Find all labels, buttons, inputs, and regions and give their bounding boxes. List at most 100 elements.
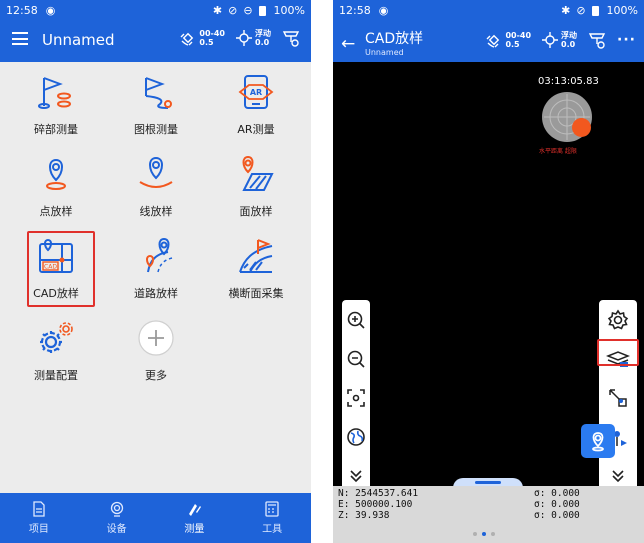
dnd-icon: ⊖ <box>243 3 253 17</box>
road-stakeout-icon <box>146 237 173 273</box>
project-icon <box>33 501 45 517</box>
more-menu-icon[interactable]: ··· <box>617 32 636 48</box>
map-right-toolbar <box>599 300 637 496</box>
grid-item-area-stakeout[interactable]: 面放样 <box>208 144 304 226</box>
app-header: 12:58 ◉ ✱ ⊘ ⊖ 100% Unnamed 00-40 0.5 浮动 … <box>0 0 311 62</box>
full-extent-icon <box>347 388 365 407</box>
grid-label: 道路放样 <box>134 287 178 300</box>
nav-label: 项目 <box>28 524 49 535</box>
receiver-icon[interactable] <box>281 28 301 48</box>
zoom-out-button[interactable] <box>346 339 366 378</box>
grid-label: 线放样 <box>139 205 173 218</box>
grid-label: AR测量 <box>237 123 275 136</box>
mute-icon: ⊘ <box>228 3 238 17</box>
gear-icon <box>607 309 629 330</box>
notification-icon: ◉ <box>378 3 389 17</box>
nav-label: 测量 <box>184 524 205 535</box>
right-phone-screen: 12:58 ◉ ✱ ⊘ 100% ← CAD放样 Unnamed 00-40 0.… <box>333 0 644 543</box>
nav-device[interactable]: 设备 <box>78 493 156 543</box>
fix-age: 0.0 <box>561 40 576 49</box>
location-pin-icon <box>592 432 604 452</box>
radar-warning: 水平距离 超限 <box>539 148 577 155</box>
coord-row-e: E: 500000.100 σ: 0.000 <box>338 499 580 510</box>
grid-item-more[interactable]: 更多 <box>108 308 204 390</box>
nav-label: 工具 <box>262 524 283 535</box>
grid-label: 测量配置 <box>34 369 78 382</box>
back-arrow-icon[interactable]: ← <box>341 34 355 54</box>
sat-pdop: 0.5 <box>505 40 520 49</box>
grid-label: 点放样 <box>39 205 73 218</box>
control-survey-icon <box>145 77 172 109</box>
page-title: CAD放样 <box>365 31 424 47</box>
line-stakeout-icon <box>139 156 173 188</box>
battery-icon <box>258 4 268 17</box>
map-settings-button[interactable] <box>599 300 637 339</box>
position-radar <box>542 92 592 142</box>
survey-icon <box>189 504 202 516</box>
nav-tools[interactable]: 工具 <box>233 493 311 543</box>
coord-row-z: Z: 39.938 σ: 0.000 <box>338 510 580 521</box>
fix-type: 浮动 <box>561 31 578 40</box>
satellite-icon <box>486 34 500 48</box>
measure-icon <box>609 388 627 407</box>
survey-config-icon <box>40 322 73 353</box>
stakeout-point-button[interactable] <box>581 424 615 458</box>
layers-highlight <box>597 339 639 366</box>
status-time: 12:58 <box>6 3 38 17</box>
grid-label: 横断面采集 <box>228 287 284 300</box>
grid-label: 图根测量 <box>134 123 178 136</box>
sat-pdop: 0.5 <box>199 38 214 47</box>
menu-icon[interactable] <box>12 32 28 45</box>
screenshot-root: 12:58 ◉ ✱ ⊘ ⊖ 100% Unnamed 00-40 0.5 浮动 … <box>0 0 644 543</box>
bluetooth-icon: ✱ <box>561 3 571 17</box>
cross-section-icon <box>239 239 273 273</box>
bottom-nav: 项目 设备 测量 工具 <box>0 493 311 543</box>
device-icon <box>110 501 123 517</box>
battery-icon <box>591 4 601 17</box>
grid-item-detail-survey[interactable]: 碎部测量 <box>8 62 104 144</box>
receiver-icon[interactable] <box>587 30 607 50</box>
battery-level: 100% <box>273 3 305 17</box>
tools-icon <box>265 501 279 517</box>
sat-count: 00-40 <box>199 29 225 38</box>
grid-item-control-survey[interactable]: 图根测量 <box>108 62 204 144</box>
status-bar: 12:58 ◉ ✱ ⊘ ⊖ 100% <box>0 0 311 20</box>
target-dot <box>572 118 591 137</box>
grid-item-point-stakeout[interactable]: 点放样 <box>8 144 104 226</box>
full-extent-button[interactable] <box>346 378 366 417</box>
nav-project[interactable]: 项目 <box>0 493 78 543</box>
nav-survey[interactable]: 测量 <box>156 493 234 543</box>
satellite-icon <box>180 32 194 46</box>
fix-type: 浮动 <box>255 29 271 38</box>
point-stakeout-icon <box>46 158 66 190</box>
stakeout-header: 12:58 ◉ ✱ ⊘ 100% ← CAD放样 Unnamed 00-40 0.… <box>333 0 644 62</box>
fix-age: 0.0 <box>255 38 270 47</box>
coord-row-n: N: 2544537.641 σ: 0.000 <box>338 488 580 499</box>
grid-label: 更多 <box>145 369 167 382</box>
grid-label: 碎部测量 <box>34 123 78 136</box>
chevron-down-icon <box>612 469 624 482</box>
grid-item-line-stakeout[interactable]: 线放样 <box>108 144 204 226</box>
status-time: 12:58 <box>339 3 371 17</box>
satellite-status[interactable]: 00-40 0.5 <box>485 31 531 49</box>
crosshair-icon <box>542 32 559 48</box>
zoom-in-icon <box>347 311 365 329</box>
zoom-in-button[interactable] <box>346 300 366 339</box>
fix-status[interactable]: 浮动 0.0 <box>541 31 577 49</box>
app-title: Unnamed <box>42 31 115 49</box>
satellite-status[interactable]: 00-40 0.5 <box>179 29 225 47</box>
grid-item-survey-config[interactable]: 测量配置 <box>8 308 104 390</box>
battery-level: 100% <box>606 3 638 17</box>
notification-icon: ◉ <box>45 3 56 17</box>
cad-stakeout-highlight <box>27 231 95 307</box>
grid-item-ar-survey[interactable]: AR AR测量 <box>208 62 304 144</box>
grid-item-cross-section[interactable]: 横断面采集 <box>208 226 304 308</box>
status-bar: 12:58 ◉ ✱ ⊘ 100% <box>333 0 644 20</box>
measure-button[interactable] <box>599 378 637 417</box>
basemap-button[interactable] <box>346 417 366 456</box>
fix-status[interactable]: 浮动 0.0 <box>235 29 271 47</box>
grid-label: 面放样 <box>239 205 273 218</box>
svg-text:AR: AR <box>250 88 262 97</box>
grid-item-road-stakeout[interactable]: 道路放样 <box>108 226 204 308</box>
detail-survey-icon <box>38 77 71 109</box>
